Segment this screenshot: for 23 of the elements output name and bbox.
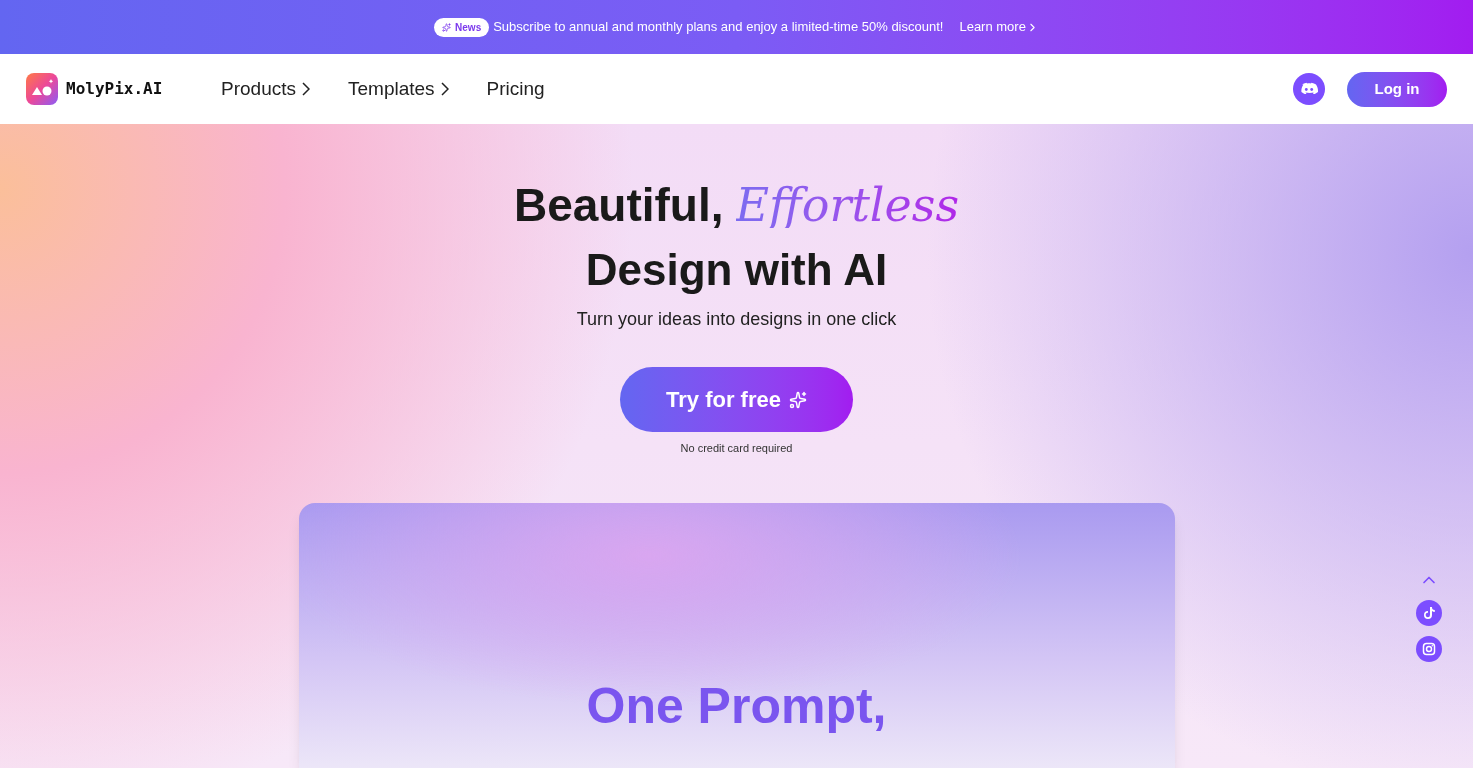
showcase-heading: One Prompt, (586, 680, 887, 731)
no-credit-card-note: No credit card required (680, 441, 793, 456)
announcement-text: Subscribe to annual and monthly plans and enjoy a limited-time 50% discount! (493, 18, 944, 37)
login-button[interactable]: Log in (1347, 71, 1447, 107)
sparkle-icon (788, 390, 807, 409)
nav-link[interactable]: Pricing (486, 74, 545, 104)
nav-link[interactable]: Products (221, 74, 310, 104)
hero-subtitle: Turn your ideas into designs in one click (576, 308, 897, 331)
news-badge: News (434, 17, 490, 37)
hero-title: Design with AI (585, 248, 888, 292)
logo-icon (26, 73, 58, 105)
learn-more-link[interactable]: Learn more (959, 17, 1039, 37)
chevron-icon (440, 82, 449, 96)
brand-name: MolyPix.AI (66, 78, 163, 100)
try-free-button[interactable]: Try for free (620, 367, 853, 432)
discord-icon[interactable] (1293, 73, 1325, 105)
tiktok-icon[interactable] (1416, 600, 1442, 626)
chevron-icon (302, 82, 310, 96)
sparkle-icon (442, 22, 452, 32)
instagram-icon[interactable] (1416, 636, 1442, 662)
nav-link[interactable]: Templates (348, 74, 449, 104)
hero-title: Beautiful, (513, 182, 724, 228)
hero-accent-title: Effortless (735, 182, 960, 228)
